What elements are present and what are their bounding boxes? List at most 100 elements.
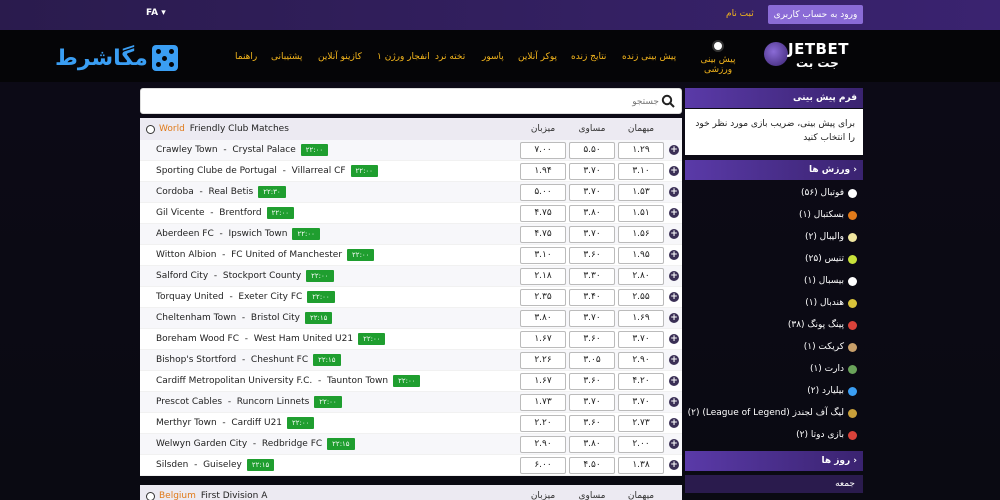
odd-draw-button[interactable]: ۳.۷۰	[569, 163, 615, 180]
sport-item[interactable]: بسکتبال (۱)	[685, 204, 863, 226]
more-markets-icon[interactable]: +	[669, 145, 679, 155]
odd-away-button[interactable]: ۱.۵۶	[618, 226, 664, 243]
odd-draw-button[interactable]: ۴.۵۰	[569, 457, 615, 474]
more-markets-icon[interactable]: +	[669, 460, 679, 470]
sports-title[interactable]: ‹ ورزش ها	[685, 160, 863, 180]
sport-item[interactable]: لیگ آف لجندز (League of Legend) (۲)	[685, 402, 863, 424]
nav-pasur[interactable]: پاسور	[482, 52, 504, 62]
odd-home-button[interactable]: ۲.۹۰	[520, 436, 566, 453]
odd-home-button[interactable]: ۲.۲۶	[520, 352, 566, 369]
search-icon[interactable]	[661, 94, 675, 108]
away-team: Runcorn Linnets	[236, 397, 310, 407]
match-teams: Prescot Cables - Runcorn Linnets ۲۲:۰۰	[156, 396, 342, 408]
nav-live-betting[interactable]: پیش بینی زنده	[622, 52, 676, 62]
login-button[interactable]: ورود به حساب کاربری	[768, 5, 863, 24]
odd-draw-button[interactable]: ۳.۷۰	[569, 310, 615, 327]
odd-away-button[interactable]: ۱.۳۸	[618, 457, 664, 474]
odd-home-button[interactable]: ۱.۶۷	[520, 331, 566, 348]
days-title[interactable]: ‹ روز ها	[685, 451, 863, 471]
more-markets-icon[interactable]: +	[669, 418, 679, 428]
more-markets-icon[interactable]: +	[669, 187, 679, 197]
nav-online-casino[interactable]: کازینو آنلاین	[318, 52, 362, 62]
odd-home-button[interactable]: ۱.۷۳	[520, 394, 566, 411]
sport-item[interactable]: دارت (۱)	[685, 358, 863, 380]
odd-away-button[interactable]: ۲.۸۰	[618, 268, 664, 285]
odd-away-button[interactable]: ۳.۷۰	[618, 331, 664, 348]
odd-draw-button[interactable]: ۵.۵۰	[569, 142, 615, 159]
sport-item[interactable]: کریکت (۱)	[685, 336, 863, 358]
odd-away-button[interactable]: ۲.۹۰	[618, 352, 664, 369]
odd-home-button[interactable]: ۴.۷۵	[520, 205, 566, 222]
more-markets-icon[interactable]: +	[669, 376, 679, 386]
odd-home-button[interactable]: ۵.۰۰	[520, 184, 566, 201]
home-team: Cordoba	[156, 187, 194, 197]
day-item[interactable]: جمعه	[685, 475, 863, 493]
more-markets-icon[interactable]: +	[669, 439, 679, 449]
register-link[interactable]: ثبت نام	[726, 9, 754, 19]
odd-draw-button[interactable]: ۳.۷۰	[569, 184, 615, 201]
odd-away-button[interactable]: ۳.۷۰	[618, 394, 664, 411]
megashart-logo[interactable]: مگاشرط	[55, 42, 178, 74]
sport-item[interactable]: بازی دوتا (۲)	[685, 424, 863, 446]
odd-draw-button[interactable]: ۳.۰۵	[569, 352, 615, 369]
odd-away-button[interactable]: ۲.۵۵	[618, 289, 664, 306]
nav-sports-betting[interactable]: پیش بینی ورزشی	[688, 40, 748, 75]
odd-draw-button[interactable]: ۳.۸۰	[569, 436, 615, 453]
odd-home-button[interactable]: ۲.۳۵	[520, 289, 566, 306]
odd-draw-button[interactable]: ۳.۶۰	[569, 415, 615, 432]
odd-away-button[interactable]: ۱.۶۹	[618, 310, 664, 327]
sport-item[interactable]: والیبال (۲)	[685, 226, 863, 248]
match-time-badge: ۲۲:۰۰	[347, 249, 375, 261]
odd-away-button[interactable]: ۲.۰۰	[618, 436, 664, 453]
nav-online-poker[interactable]: پوکر آنلاین	[518, 52, 557, 62]
more-markets-icon[interactable]: +	[669, 397, 679, 407]
odd-draw-button[interactable]: ۳.۴۰	[569, 289, 615, 306]
odd-home-button[interactable]: ۲.۲۰	[520, 415, 566, 432]
nav-live-results[interactable]: نتایج زنده	[571, 52, 606, 62]
odd-draw-button[interactable]: ۳.۳۰	[569, 268, 615, 285]
more-markets-icon[interactable]: +	[669, 208, 679, 218]
nav-backgammon[interactable]: تخته نرد	[435, 52, 465, 62]
odd-home-button[interactable]: ۲.۱۸	[520, 268, 566, 285]
more-markets-icon[interactable]: +	[669, 334, 679, 344]
odd-away-button[interactable]: ۴.۲۰	[618, 373, 664, 390]
odd-home-button[interactable]: ۳.۸۰	[520, 310, 566, 327]
more-markets-icon[interactable]: +	[669, 313, 679, 323]
odd-draw-button[interactable]: ۳.۶۰	[569, 247, 615, 264]
odd-away-button[interactable]: ۲.۷۳	[618, 415, 664, 432]
odd-home-button[interactable]: ۱.۹۴	[520, 163, 566, 180]
odd-home-button[interactable]: ۷.۰۰	[520, 142, 566, 159]
nav-support[interactable]: پشتیبانی	[271, 52, 302, 62]
odd-away-button[interactable]: ۱.۲۹	[618, 142, 664, 159]
odd-home-button[interactable]: ۳.۱۰	[520, 247, 566, 264]
odd-draw-button[interactable]: ۳.۷۰	[569, 394, 615, 411]
more-markets-icon[interactable]: +	[669, 166, 679, 176]
odd-away-button[interactable]: ۱.۹۵	[618, 247, 664, 264]
odd-draw-button[interactable]: ۳.۶۰	[569, 373, 615, 390]
odd-home-button[interactable]: ۴.۷۵	[520, 226, 566, 243]
odd-away-button[interactable]: ۱.۵۳	[618, 184, 664, 201]
sport-item[interactable]: بیلیارد (۲)	[685, 380, 863, 402]
nav-help[interactable]: راهنما	[235, 52, 257, 62]
odd-draw-button[interactable]: ۳.۷۰	[569, 226, 615, 243]
more-markets-icon[interactable]: +	[669, 250, 679, 260]
sport-item[interactable]: فوتبال (۵۶)	[685, 182, 863, 204]
more-markets-icon[interactable]: +	[669, 292, 679, 302]
sport-item[interactable]: هندبال (۱)	[685, 292, 863, 314]
sport-item[interactable]: پینگ پونگ (۳۸)	[685, 314, 863, 336]
more-markets-icon[interactable]: +	[669, 271, 679, 281]
odd-draw-button[interactable]: ۳.۸۰	[569, 205, 615, 222]
odd-away-button[interactable]: ۳.۱۰	[618, 163, 664, 180]
more-markets-icon[interactable]: +	[669, 355, 679, 365]
jetbet-logo[interactable]: JETBET جت بت	[760, 38, 860, 74]
search-input[interactable]	[149, 93, 659, 111]
more-markets-icon[interactable]: +	[669, 229, 679, 239]
sport-item[interactable]: بیسبال (۱)	[685, 270, 863, 292]
odd-draw-button[interactable]: ۳.۶۰	[569, 331, 615, 348]
language-selector[interactable]: FA ▾	[146, 8, 166, 18]
odd-home-button[interactable]: ۱.۶۷	[520, 373, 566, 390]
odd-away-button[interactable]: ۱.۵۱	[618, 205, 664, 222]
odd-home-button[interactable]: ۶.۰۰	[520, 457, 566, 474]
sport-item[interactable]: تنیس (۲۵)	[685, 248, 863, 270]
nav-crash-game[interactable]: انفجار ورژن ۱	[377, 52, 430, 62]
